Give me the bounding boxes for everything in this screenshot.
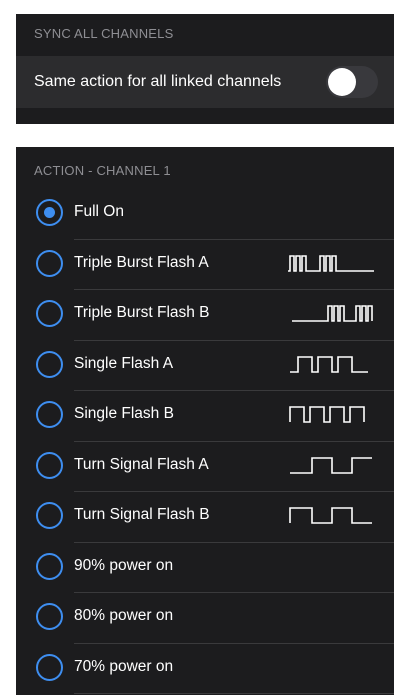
action-option-row[interactable]: Turn Signal Flash A <box>16 442 394 493</box>
action-option-label: Triple Burst Flash A <box>74 253 209 271</box>
action-option-row[interactable]: 80% power on <box>16 593 394 644</box>
action-option-label: Single Flash A <box>74 354 174 372</box>
waveform-line <box>289 406 365 423</box>
sync-section: SYNC ALL CHANNELS Same action for all li… <box>16 14 394 124</box>
action-section-header: ACTION - CHANNEL 1 <box>34 163 171 178</box>
action-option-label: Single Flash B <box>74 405 174 422</box>
toggle-knob <box>328 68 356 96</box>
action-option-row[interactable]: Full On <box>16 189 394 240</box>
action-option-label: Turn Signal Flash A <box>74 455 209 473</box>
radio-unselected-icon[interactable] <box>36 552 63 580</box>
sync-toggle[interactable] <box>326 66 378 98</box>
action-option-label: Full On <box>74 203 124 220</box>
action-list: Full On Triple Burst Flash A Triple Burst … <box>16 189 394 694</box>
waveform-icon <box>292 305 373 322</box>
waveform-line <box>290 456 372 474</box>
action-option-row[interactable]: Single Flash A <box>16 341 394 392</box>
action-option-label: 90% power on <box>74 556 174 574</box>
action-option-label: 70% power on <box>74 657 174 675</box>
action-option-row[interactable]: Turn Signal Flash B <box>16 492 394 543</box>
sync-section-header: SYNC ALL CHANNELS <box>34 26 174 41</box>
radio-unselected-icon[interactable] <box>36 451 63 479</box>
action-option-label: Triple Burst Flash B <box>74 304 210 321</box>
action-option-row[interactable]: Triple Burst Flash B <box>16 290 394 341</box>
action-option-row[interactable]: 90% power on <box>16 543 394 594</box>
radio-unselected-icon[interactable] <box>36 249 63 277</box>
radio-unselected-icon[interactable] <box>36 502 63 529</box>
radio-unselected-icon[interactable] <box>36 401 63 428</box>
radio-unselected-icon[interactable] <box>36 350 63 378</box>
waveform-icon <box>290 355 368 373</box>
waveform-icon <box>289 507 372 524</box>
waveform-line <box>292 305 373 322</box>
radio-unselected-icon[interactable] <box>36 653 63 681</box>
radio-unselected-icon[interactable] <box>36 603 63 630</box>
radio-unselected-icon[interactable] <box>36 300 63 327</box>
action-option-row[interactable]: Single Flash B <box>16 391 394 442</box>
sync-label: Same action for all linked channels <box>34 73 282 90</box>
action-option-row[interactable]: 70% power on <box>16 644 394 695</box>
action-section: ACTION - CHANNEL 1 Full On Triple Burst F… <box>16 147 394 695</box>
action-option-label: Turn Signal Flash B <box>74 506 210 523</box>
action-option-label: 80% power on <box>74 607 174 624</box>
waveform-line <box>288 254 374 272</box>
waveform-line <box>289 507 372 524</box>
waveform-icon <box>289 406 365 423</box>
waveform-line <box>290 355 368 373</box>
sync-row: Same action for all linked channels <box>16 56 394 108</box>
action-option-row[interactable]: Triple Burst Flash A <box>16 240 394 291</box>
waveform-icon <box>290 456 372 474</box>
radio-selected-icon[interactable] <box>36 199 63 226</box>
waveform-icon <box>288 254 374 272</box>
